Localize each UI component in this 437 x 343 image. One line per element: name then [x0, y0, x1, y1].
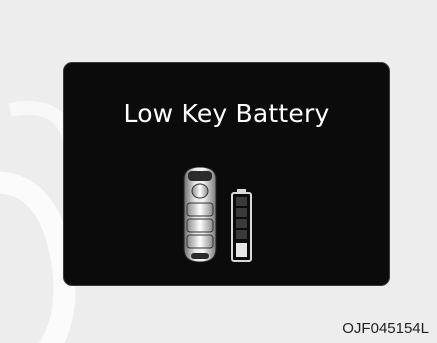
- cluster-display-panel: Low Key Battery: [63, 62, 390, 286]
- low-key-battery-message: Low Key Battery: [123, 99, 330, 128]
- key-battery-icon-group: [183, 167, 252, 263]
- figure-code-label: OJF045154L: [342, 320, 429, 337]
- illustration-page: Low Key Battery OJF045154L: [0, 0, 437, 343]
- low-battery-icon: [231, 189, 252, 262]
- smart-key-fob-icon: [183, 167, 217, 263]
